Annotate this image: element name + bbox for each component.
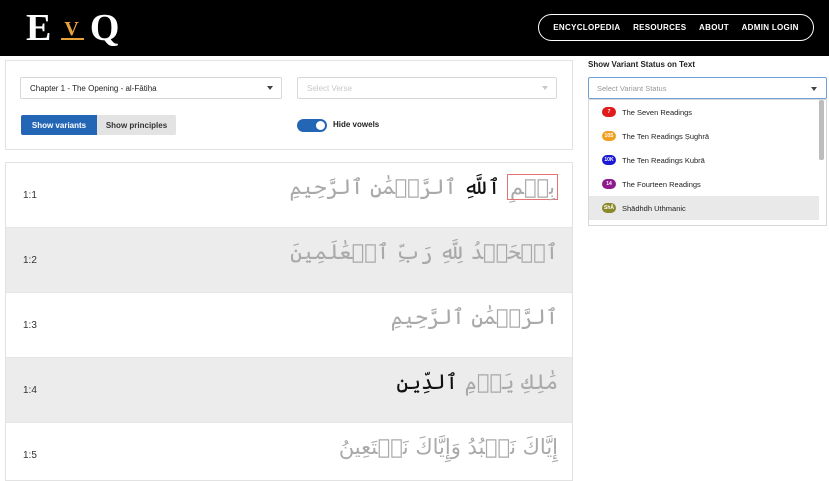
variant-status-placeholder: Select Variant Status [597,83,667,93]
status-badge: ShĀ [602,203,616,213]
variant-status-option[interactable]: 7 The Seven Readings [589,100,819,124]
logo-letter-e: E [26,7,54,49]
option-label: The Fourteen Readings [622,179,701,189]
status-badge: 7 [602,107,616,117]
verse-word: إِيَّاكَ نَعۡبُدُ وَإِيَّاكَ نَسۡتَعِينُ [338,435,558,459]
nav-encyclopedia[interactable]: ENCYCLOPEDIA [553,23,620,32]
verse-word: مَٰلِكِ يَوۡمِ [464,370,558,394]
variant-status-option[interactable]: ShĀ Shādhdh Uthmanic [589,196,819,220]
show-principles-button[interactable]: Show principles [97,115,176,135]
verse-word[interactable]: ٱلدِّينِ [396,370,464,394]
variant-status-option[interactable]: 10K The Ten Readings Kubrā [589,148,819,172]
verse-select[interactable]: Select Verse [297,77,557,99]
option-label: The Ten Readings Ṣughrā [622,131,710,141]
variant-status-option[interactable]: 10S The Ten Readings Ṣughrā [589,124,819,148]
status-badge: 14 [602,179,616,189]
verse-arabic-text: ٱلرَّحۡمَٰنِ ٱلرَّحِيمِ [391,305,558,329]
verse-row[interactable]: 1:3 ٱلرَّحۡمَٰنِ ٱلرَّحِيمِ [6,293,572,358]
verse-select-placeholder: Select Verse [307,83,352,93]
verse-number: 1:3 [23,320,37,331]
verse-word[interactable]: ٱللَّهِ [463,175,507,199]
status-badge: 10S [602,131,616,141]
chevron-down-icon [267,86,273,90]
chapter-select[interactable]: Chapter 1 - The Opening - al-Fātiḥa [20,77,282,99]
verse-row[interactable]: 1:4 مَٰلِكِ يَوۡمِ ٱلدِّينِ [6,358,572,423]
verse-arabic-text: بِسۡمِ ٱللَّهِ ٱلرَّحۡمَٰنِ ٱلرَّحِيمِ [289,174,558,200]
show-variants-button[interactable]: Show variants [21,115,97,135]
variant-status-select[interactable]: Select Variant Status [588,77,827,99]
nav-menu: ENCYCLOPEDIA RESOURCES ABOUT ADMIN LOGIN [538,14,814,41]
toggle-knob [316,121,325,130]
option-label: Shādhdh Uthmanic [622,203,686,213]
option-label: The Ten Readings Kubrā [622,155,705,165]
dropdown-scrollbar[interactable] [819,100,824,160]
logo-letter-q: Q [89,7,122,49]
verse-word: ٱلرَّحۡمَٰنِ ٱلرَّحِيمِ [390,305,558,329]
chevron-down-icon [542,86,548,90]
verse-word: ٱلۡحَمۡدُ لِلَّهِ رَبِّ ٱلۡعَٰلَمِينَ [290,240,558,264]
controls-panel: Chapter 1 - The Opening - al-Fātiḥa Sele… [5,60,573,150]
chapter-select-value: Chapter 1 - The Opening - al-Fātiḥa [30,83,157,93]
view-toggle-group: Show variants Show principles [21,115,176,135]
variant-status-title: Show Variant Status on Text [588,60,695,69]
verse-number: 1:1 [23,190,37,201]
hide-vowels-toggle[interactable] [297,119,327,132]
variant-status-dropdown: 7 The Seven Readings 10S The Ten Readings Ṣ… [588,99,827,226]
nav-admin-login[interactable]: ADMIN LOGIN [742,23,799,32]
verse-arabic-text: إِيَّاكَ نَعۡبُدُ وَإِيَّاكَ نَسۡتَعِينُ [339,435,558,459]
top-navbar: E V Q ENCYCLOPEDIA RESOURCES ABOUT ADMIN… [0,0,829,56]
verse-number: 1:4 [23,385,37,396]
variant-status-option[interactable]: 14 The Fourteen Readings [589,172,819,196]
chevron-down-icon [811,87,817,91]
nav-about[interactable]: ABOUT [699,23,729,32]
verse-number: 1:5 [23,450,37,461]
option-label: The Seven Readings [622,107,693,117]
verse-row[interactable]: 1:1 بِسۡمِ ٱللَّهِ ٱلرَّحۡمَٰنِ ٱلرَّحِيم… [6,163,572,228]
evq-logo[interactable]: E V Q [26,6,121,50]
verse-list: 1:1 بِسۡمِ ٱللَّهِ ٱلرَّحۡمَٰنِ ٱلرَّحِيم… [5,162,573,481]
verse-word: ٱلرَّحۡمَٰنِ ٱلرَّحِيمِ [289,175,464,199]
status-badge: 10K [602,155,616,165]
verse-arabic-text: مَٰلِكِ يَوۡمِ ٱلدِّينِ [396,370,558,394]
verse-number: 1:2 [23,255,37,266]
verse-row[interactable]: 1:5 إِيَّاكَ نَعۡبُدُ وَإِيَّاكَ نَسۡتَعِ… [6,423,572,480]
verse-row[interactable]: 1:2 ٱلۡحَمۡدُ لِلَّهِ رَبِّ ٱلۡعَٰلَمِينَ [6,228,572,293]
hide-vowels-label: Hide vowels [333,120,380,129]
verse-arabic-text: ٱلۡحَمۡدُ لِلَّهِ رَبِّ ٱلۡعَٰلَمِينَ [290,240,558,264]
variant-word-highlight[interactable]: بِسۡمِ [506,174,558,200]
nav-resources[interactable]: RESOURCES [633,23,686,32]
logo-letter-v: V [61,19,84,40]
